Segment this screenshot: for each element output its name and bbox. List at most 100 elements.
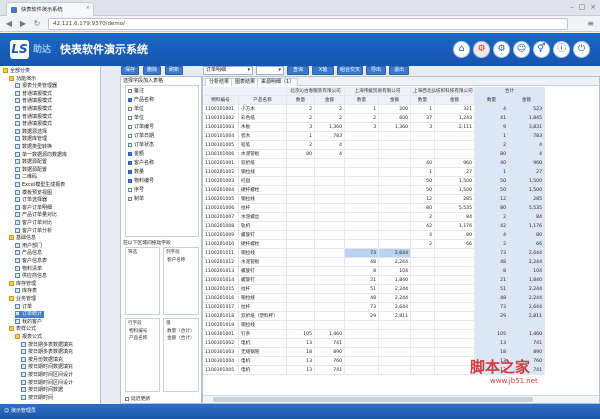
tree-item[interactable]: 订单选择器 (15, 197, 47, 204)
tree-item[interactable]: 表样公式 (9, 326, 36, 333)
tree-item[interactable]: 客户订单分析 (15, 227, 52, 235)
field-option[interactable]: 订单日期 (128, 133, 154, 140)
column-zone[interactable]: 列字段 客户名称 (163, 247, 199, 315)
tab-analysis-result[interactable]: 分析结果 (205, 78, 234, 86)
tree-item[interactable]: 按日期时间区间设计 (21, 379, 73, 387)
value-zone[interactable]: 值 数量（合计） 金额（合计） (163, 318, 199, 392)
tree-item[interactable]: 按日期时间区间设计 (21, 372, 73, 379)
address-bar[interactable]: 42.121.6.179:9370/demo/ (48, 18, 568, 30)
field-option[interactable]: 数量 (128, 169, 144, 176)
minimize-icon[interactable]: – (570, 3, 574, 11)
field-option[interactable]: 物料编号 (128, 178, 154, 185)
tree-item[interactable]: 数据源选择 (15, 128, 47, 136)
tree-item[interactable]: 订单 (15, 303, 32, 311)
tree-item[interactable]: 客户订单明细 (15, 204, 52, 212)
checkbox-checked-icon[interactable] (128, 169, 132, 174)
exit-button[interactable]: 退出 (389, 66, 409, 75)
combine-button[interactable]: 组合交叉 (337, 66, 363, 75)
tree-item[interactable]: 我的客户 (15, 318, 42, 326)
tree-item[interactable]: 普通填报模式 (15, 121, 52, 128)
back-icon[interactable]: ◀ (4, 19, 14, 29)
tree-item[interactable]: 用户部门 (15, 242, 42, 250)
checkbox-checked-icon[interactable] (128, 151, 132, 156)
user-icon[interactable]: ☺ (513, 41, 530, 58)
info-icon[interactable]: ⓘ (553, 41, 570, 58)
checkbox-icon[interactable] (128, 115, 132, 120)
query-button[interactable]: 查询 (287, 66, 309, 75)
field-option[interactable]: 制单 (128, 196, 144, 203)
tree-item[interactable]: 订单统计 (15, 311, 45, 319)
option-select[interactable]: ▾ (256, 66, 284, 75)
checkbox-icon[interactable] (128, 187, 132, 192)
checkbox-icon[interactable] (128, 106, 132, 111)
tree-item[interactable]: 业务管理 (9, 296, 36, 303)
checkbox-icon[interactable] (128, 88, 132, 93)
checkbox-icon[interactable] (128, 142, 132, 147)
field-option[interactable]: 订单编号 (128, 124, 154, 131)
tree-item[interactable]: 按日期时间 (21, 394, 53, 402)
field-option[interactable]: 单位 (128, 106, 144, 113)
tab-chart-result[interactable]: 图表结果 (231, 78, 260, 86)
maximize-icon[interactable]: □ (579, 3, 586, 11)
tab-source-detail[interactable]: 来源明细（1） (257, 78, 299, 86)
tree-item[interactable]: 普通填报模式 (15, 90, 52, 98)
column-zone-item[interactable]: 客户名称 (167, 257, 185, 263)
tree-item[interactable]: 模板预览视图 (15, 189, 52, 197)
tree-item[interactable]: 库存表 (15, 288, 37, 295)
tree-item[interactable]: 二维码 (15, 174, 37, 181)
checkbox-icon[interactable] (128, 196, 132, 201)
field-option[interactable]: 客户名称 (128, 160, 154, 167)
settings-icon[interactable]: ⚙ (473, 41, 490, 58)
tree-item[interactable]: 普通填报模式 (15, 113, 52, 121)
report-select[interactable]: 订单明细 ▾ (203, 66, 253, 75)
field-option[interactable]: 序号 (128, 187, 144, 194)
tree-item[interactable]: 按日期多表数据填充 (21, 341, 73, 349)
tree-item[interactable]: 按月份数据填充 (21, 356, 63, 364)
tree-item[interactable]: 报表分类管理器 (15, 83, 57, 90)
x-axis-button[interactable]: X轴 (312, 66, 334, 75)
tree-item[interactable]: 全部分类 (3, 68, 30, 75)
window-close-icon[interactable]: × (590, 3, 596, 11)
tree-item[interactable]: 普通填报模式 (15, 98, 52, 105)
home-icon[interactable]: ⌂ (453, 41, 470, 58)
tree-item[interactable]: 按日期时间数据填充 (21, 364, 73, 371)
tree-item[interactable]: 数据源配置 (15, 166, 47, 174)
horizontal-scrollbar[interactable] (203, 395, 599, 403)
field-option[interactable]: 单位 (128, 115, 144, 122)
tree-item[interactable]: 供应商信息 (15, 273, 47, 280)
checkbox-checked-icon[interactable] (128, 178, 132, 183)
tree-item[interactable]: 数据类型转换 (15, 144, 52, 151)
tree-item[interactable]: 数据源配置 (15, 159, 47, 166)
tree-item[interactable]: 客户订单对比 (15, 220, 52, 227)
value-zone-item[interactable]: 数量（合计） (167, 328, 195, 334)
tree-item[interactable]: 库存管理 (9, 280, 36, 288)
save-button[interactable]: 保存 (121, 66, 139, 75)
browser-menu-icon[interactable]: ≡ (587, 19, 594, 28)
reload-icon[interactable]: ↻ (32, 19, 42, 29)
tree-item[interactable]: 按日期时间数据 (21, 387, 63, 394)
scrollbar-thumb[interactable] (213, 397, 533, 402)
row-zone-item[interactable]: 产品名称 (129, 335, 147, 341)
defer-update-checkbox[interactable]: 延迟更新 (125, 395, 150, 402)
logout-icon[interactable]: ⏻ (573, 41, 590, 58)
delete-button[interactable]: 删除 (143, 66, 161, 75)
checkbox-icon[interactable] (128, 124, 132, 129)
filter-zone[interactable]: 筛选 (125, 247, 160, 315)
tree-item[interactable]: 物料清单 (15, 265, 42, 273)
gender-icon[interactable]: ⚥ (533, 41, 550, 58)
field-option[interactable]: 订单状态 (128, 142, 154, 149)
export-button[interactable]: 导出 (366, 66, 386, 75)
browser-tab[interactable]: 快表软件演示系统 × (6, 2, 94, 16)
row-zone[interactable]: 行字段 物料编号 产品名称 (125, 318, 160, 392)
checkbox-icon[interactable] (128, 133, 132, 138)
field-option[interactable]: 产品名称 (128, 97, 154, 104)
tree-item[interactable]: Excel模型生成报表 (15, 182, 65, 189)
gear-icon[interactable]: ⚙ (493, 41, 510, 58)
checkbox-checked-icon[interactable] (128, 160, 132, 165)
tree-item[interactable]: 产品订单量对比 (15, 212, 57, 219)
tree-item[interactable]: 产品信息 (15, 250, 42, 257)
tree-item[interactable]: 客户信息表 (15, 258, 47, 265)
checkbox-checked-icon[interactable] (128, 97, 132, 102)
tree-item[interactable]: 基础信息 (9, 235, 36, 242)
tree-item[interactable]: 普通填报模式 (15, 106, 52, 113)
